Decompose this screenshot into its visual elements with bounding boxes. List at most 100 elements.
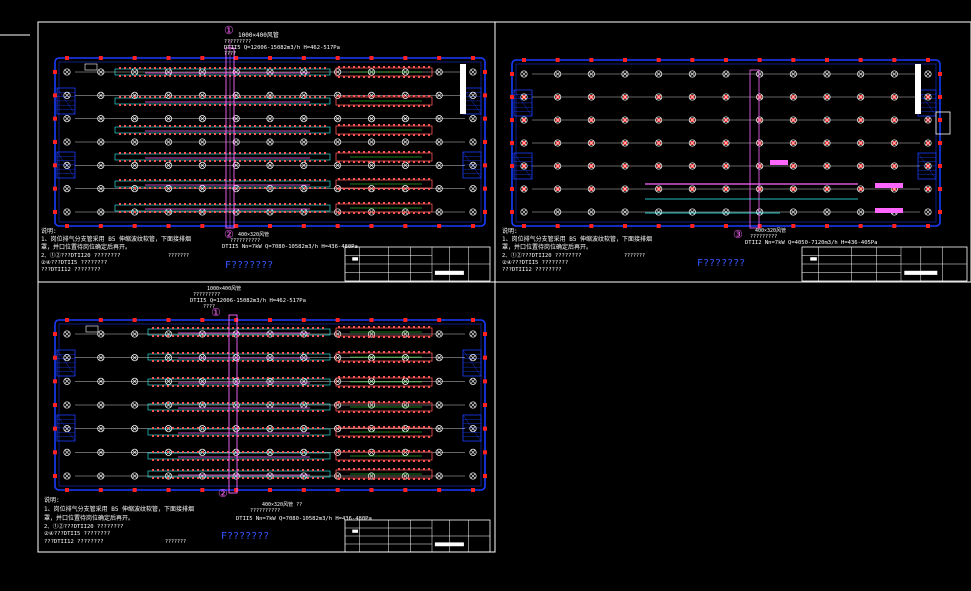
duct-hood bbox=[154, 75, 156, 77]
duct-hood bbox=[368, 124, 370, 126]
structural-column bbox=[510, 118, 514, 122]
duct-hood bbox=[167, 377, 169, 379]
duct-hood bbox=[242, 459, 244, 461]
duct-hood bbox=[269, 211, 271, 213]
duct-hood bbox=[194, 211, 196, 213]
duct-hood bbox=[299, 152, 301, 154]
duct-hood bbox=[157, 327, 159, 329]
duct-hood bbox=[202, 410, 204, 412]
duct-hood bbox=[373, 66, 375, 68]
duct-hood bbox=[388, 134, 390, 136]
duct-hood bbox=[189, 179, 191, 181]
duct-hood bbox=[348, 326, 350, 328]
duct-hood bbox=[259, 96, 261, 98]
duct-hood bbox=[398, 436, 400, 438]
duct-hood bbox=[282, 427, 284, 429]
duct-hood bbox=[388, 361, 390, 363]
duct-hood bbox=[269, 75, 271, 77]
duct-hood bbox=[164, 67, 166, 69]
duct-hood bbox=[368, 202, 370, 204]
duct-hood bbox=[162, 451, 164, 453]
duct-hood bbox=[204, 67, 206, 69]
structural-column bbox=[483, 70, 487, 74]
duct-hood bbox=[277, 477, 279, 479]
duct-hood bbox=[252, 410, 254, 412]
duct-hood bbox=[299, 104, 301, 106]
marker-1: ① bbox=[224, 24, 234, 37]
duct-hood bbox=[368, 66, 370, 68]
duct-hood bbox=[418, 450, 420, 452]
duct-hood bbox=[338, 468, 340, 470]
structural-column bbox=[938, 72, 942, 76]
duct-hood bbox=[209, 203, 211, 205]
duct-hood bbox=[134, 133, 136, 135]
tr-header-line3: DTII2 Nn=7kW Q=4050-7120m3/h H=436-405Pa bbox=[745, 240, 877, 246]
duct-hood bbox=[314, 160, 316, 162]
note-4: ②④???DTII5 ???????? bbox=[41, 259, 107, 266]
duct-hood bbox=[264, 179, 266, 181]
marker-3: ③ bbox=[733, 228, 743, 241]
duct-hood bbox=[279, 67, 281, 69]
structural-column bbox=[791, 58, 796, 62]
duct-hood bbox=[157, 402, 159, 404]
duct-hood bbox=[287, 435, 289, 437]
table-fill bbox=[434, 542, 464, 547]
structural-column bbox=[483, 93, 487, 98]
duct-hood bbox=[257, 402, 259, 404]
duct-hood bbox=[267, 451, 269, 453]
duct-hood bbox=[149, 96, 151, 98]
duct-hood bbox=[169, 211, 171, 213]
duct-hood bbox=[383, 351, 385, 353]
duct-hood bbox=[423, 95, 425, 97]
duct-hood bbox=[302, 410, 304, 412]
duct-hood bbox=[264, 160, 266, 162]
table-fill bbox=[434, 270, 464, 275]
duct-hood bbox=[187, 335, 189, 337]
duct-hood bbox=[312, 477, 314, 479]
duct-hood bbox=[274, 133, 276, 135]
duct-hood bbox=[177, 469, 179, 471]
duct-hood bbox=[247, 469, 249, 471]
duct-hood bbox=[217, 469, 219, 471]
duct-hood bbox=[274, 211, 276, 213]
duct-hood bbox=[242, 427, 244, 429]
duct-hood bbox=[244, 75, 246, 77]
duct-hood bbox=[214, 152, 216, 154]
lower-label3: DTII5 Nn=7kW Q=7080-10582m3/h H=436-480P… bbox=[222, 244, 358, 250]
duct-hood bbox=[294, 75, 296, 77]
duct-hood bbox=[194, 96, 196, 98]
duct-hood bbox=[262, 335, 264, 337]
duct-hood bbox=[353, 202, 355, 204]
duct-hood bbox=[343, 161, 345, 163]
structural-column bbox=[483, 210, 487, 214]
duct-hood bbox=[413, 426, 415, 428]
duct-hood bbox=[398, 151, 400, 153]
duct-hood bbox=[383, 336, 385, 338]
duct-hood bbox=[209, 133, 211, 135]
duct-hood bbox=[192, 335, 194, 337]
duct-hood bbox=[418, 151, 420, 153]
bl-note-3: 2、①②???DTII20 ???????? bbox=[44, 522, 123, 530]
duct-hood bbox=[254, 104, 256, 106]
duct-hood bbox=[249, 75, 251, 77]
duct-hood bbox=[363, 351, 365, 353]
bl-marker-2: ② bbox=[218, 487, 228, 500]
duct-hood bbox=[129, 203, 131, 205]
duct-hood bbox=[157, 459, 159, 461]
duct-hood bbox=[157, 451, 159, 453]
duct-hood bbox=[284, 187, 286, 189]
duct-hood bbox=[257, 360, 259, 362]
duct-hood bbox=[277, 451, 279, 453]
duct-hood bbox=[408, 478, 410, 480]
duct-hood bbox=[194, 160, 196, 162]
duct-hood bbox=[403, 178, 405, 180]
duct-hood bbox=[252, 327, 254, 329]
duct-hood bbox=[353, 134, 355, 136]
duct-hood bbox=[124, 75, 126, 77]
duct-hood bbox=[172, 477, 174, 479]
duct-hood bbox=[159, 96, 161, 98]
duct-hood bbox=[244, 160, 246, 162]
duct-hood bbox=[259, 211, 261, 213]
duct-hood bbox=[217, 451, 219, 453]
duct-hood bbox=[172, 469, 174, 471]
